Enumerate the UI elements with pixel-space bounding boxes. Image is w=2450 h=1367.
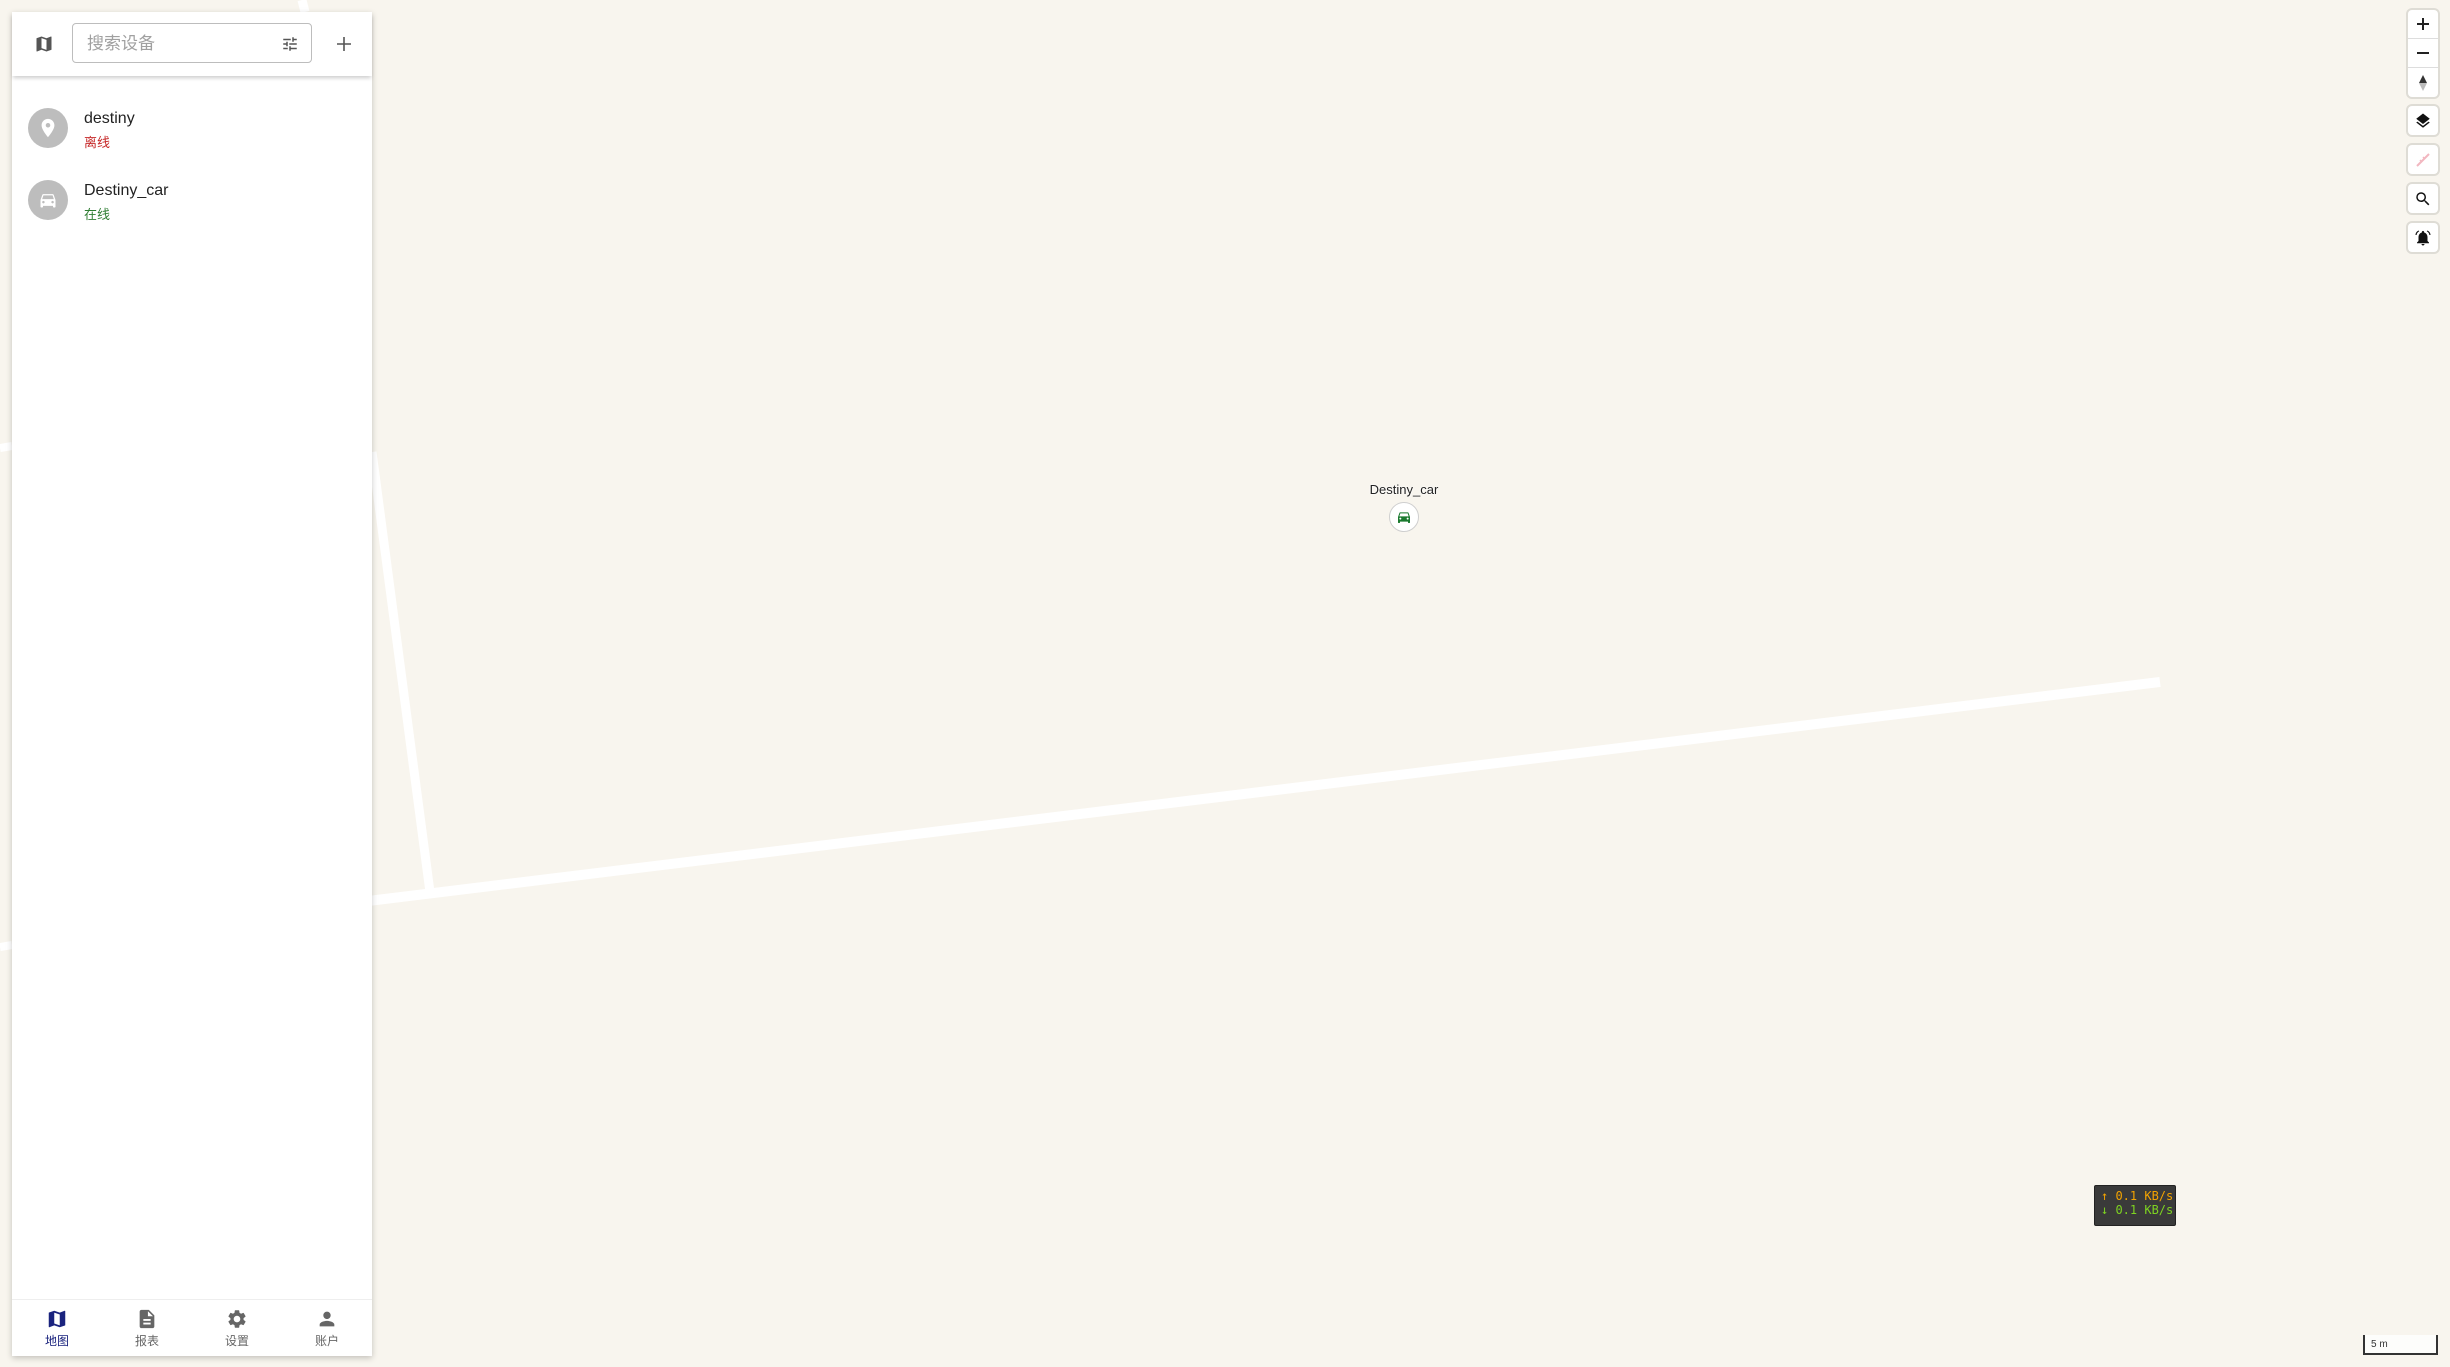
car-icon bbox=[1398, 512, 1410, 523]
network-speed-widget: ↑ 0.1 KB/s ↓ 0.1 KB/s bbox=[2094, 1185, 2176, 1226]
search-control bbox=[2408, 184, 2438, 213]
road-side bbox=[367, 451, 435, 893]
device-item-destiny-car[interactable]: Destiny_car 在线 bbox=[12, 164, 372, 236]
road-top bbox=[297, 0, 310, 14]
car-marker-icon[interactable] bbox=[1389, 502, 1419, 532]
tune-icon bbox=[283, 37, 297, 51]
sidebar-toolbar bbox=[12, 12, 372, 76]
bottom-navigation: 地图 报表 设置 账户 bbox=[12, 1299, 372, 1356]
map-pin-icon bbox=[41, 118, 55, 138]
zoom-in-button[interactable] bbox=[2408, 10, 2438, 39]
device-status: 离线 bbox=[84, 135, 111, 150]
device-avatar bbox=[28, 180, 68, 220]
document-icon bbox=[139, 1309, 155, 1328]
upload-speed: ↑ 0.1 KB/s bbox=[2101, 1189, 2174, 1203]
measure-button[interactable] bbox=[2408, 145, 2438, 174]
road-left-top bbox=[0, 442, 13, 452]
zoom-out-button[interactable] bbox=[2408, 39, 2438, 68]
search-box bbox=[72, 23, 312, 64]
nav-label: 地图 bbox=[44, 1333, 69, 1348]
scale-bar: 5 m bbox=[2363, 1335, 2438, 1355]
alarm-bell-icon bbox=[2415, 230, 2431, 245]
layers-button[interactable] bbox=[2408, 106, 2438, 135]
plus-icon bbox=[2417, 18, 2429, 30]
device-marker[interactable]: Destiny_car bbox=[1334, 480, 1474, 540]
notification-button[interactable] bbox=[2408, 223, 2438, 252]
ruler-icon bbox=[2416, 152, 2430, 167]
notification-control bbox=[2408, 223, 2438, 252]
nav-account[interactable]: 账户 bbox=[282, 1300, 372, 1356]
nav-map[interactable]: 地图 bbox=[12, 1300, 102, 1356]
road-left-bottom bbox=[0, 941, 13, 951]
plus-icon bbox=[337, 37, 351, 51]
ruler-control bbox=[2408, 145, 2438, 174]
road-main bbox=[359, 677, 2161, 907]
map-search-button[interactable] bbox=[2408, 184, 2438, 213]
sidebar: destiny 离线 Destiny_car 在线 地图 报表 设置 账户 bbox=[12, 12, 372, 1356]
device-status: 在线 bbox=[84, 207, 111, 222]
device-name: destiny bbox=[84, 110, 135, 127]
map-icon bbox=[48, 1310, 66, 1327]
nav-reports[interactable]: 报表 bbox=[102, 1300, 192, 1356]
nav-label: 报表 bbox=[134, 1333, 159, 1348]
search-input[interactable] bbox=[85, 24, 269, 64]
device-name: Destiny_car bbox=[84, 182, 169, 199]
map-icon bbox=[36, 36, 52, 52]
person-icon bbox=[319, 1311, 335, 1326]
nav-label: 账户 bbox=[314, 1333, 339, 1348]
layers-control bbox=[2408, 106, 2438, 135]
nav-settings[interactable]: 设置 bbox=[192, 1300, 282, 1356]
layers-icon bbox=[2416, 113, 2430, 128]
gear-icon bbox=[228, 1309, 246, 1328]
add-device-button[interactable] bbox=[326, 26, 362, 62]
compass-button[interactable] bbox=[2408, 68, 2438, 97]
download-speed: ↓ 0.1 KB/s bbox=[2101, 1203, 2174, 1217]
search-icon bbox=[2416, 191, 2430, 205]
zoom-controls bbox=[2408, 10, 2438, 97]
compass-icon bbox=[2419, 74, 2427, 91]
filter-button[interactable] bbox=[279, 33, 301, 55]
device-list: destiny 离线 Destiny_car 在线 bbox=[12, 92, 372, 236]
marker-label: Destiny_car bbox=[1369, 482, 1439, 497]
device-item-destiny[interactable]: destiny 离线 bbox=[12, 92, 372, 164]
device-avatar bbox=[28, 108, 68, 148]
nav-label: 设置 bbox=[224, 1333, 249, 1348]
map-toggle-button[interactable] bbox=[26, 26, 62, 62]
minus-icon bbox=[2417, 52, 2429, 54]
car-icon bbox=[40, 194, 56, 208]
